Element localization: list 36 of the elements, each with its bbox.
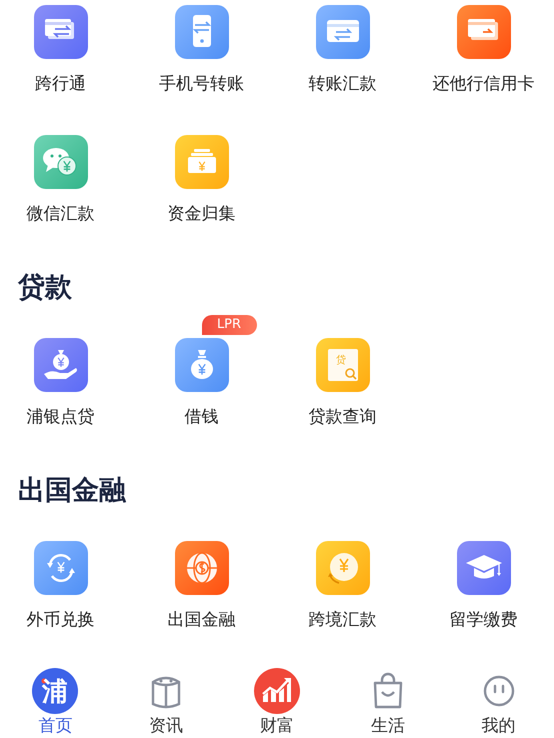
service-label[interactable]: 外币兑换 bbox=[26, 608, 94, 632]
icon-text: 贷 bbox=[336, 355, 346, 366]
service-label[interactable]: 借钱 bbox=[184, 405, 218, 429]
section-title: 贷款 bbox=[18, 271, 73, 305]
currency-exchange-icon[interactable] bbox=[34, 541, 88, 595]
service-label[interactable]: 贷款查询 bbox=[308, 405, 376, 429]
service-label[interactable]: 留学缴费 bbox=[450, 608, 518, 632]
tab-button[interactable]: 我的 bbox=[443, 664, 554, 738]
tab-button[interactable]: 财富 bbox=[222, 664, 332, 738]
service-label[interactable]: 浦银点贷 bbox=[26, 405, 94, 429]
money-bag-icon[interactable] bbox=[34, 338, 88, 392]
service-label[interactable]: 微信汇款 bbox=[26, 202, 94, 226]
service-label[interactable]: 跨境汇款 bbox=[308, 608, 376, 632]
graduation-cap-icon[interactable] bbox=[456, 541, 510, 595]
globe-dollar-icon[interactable] bbox=[174, 541, 228, 595]
service-label[interactable]: 跨行通 bbox=[35, 72, 86, 96]
tab-button[interactable]: 浦 首页 bbox=[0, 664, 111, 738]
coin-icon[interactable] bbox=[316, 541, 370, 595]
tab-button[interactable]: 资讯 bbox=[110, 664, 222, 738]
service-label[interactable]: 转账汇款 bbox=[308, 72, 376, 96]
money-box-icon[interactable] bbox=[174, 135, 228, 189]
card-icon[interactable] bbox=[456, 5, 510, 59]
card-transfer-icon[interactable] bbox=[316, 5, 370, 59]
chart-icon bbox=[254, 668, 300, 714]
money-bag-icon[interactable] bbox=[174, 338, 228, 392]
service-label[interactable]: 资金归集 bbox=[168, 202, 236, 226]
section-title: 出国金融 bbox=[18, 474, 127, 508]
service-label[interactable]: 手机号转账 bbox=[159, 72, 244, 96]
tab-button[interactable]: 生活 bbox=[332, 664, 444, 738]
phone-transfer-icon[interactable] bbox=[174, 5, 228, 59]
tag-badge: LPR bbox=[202, 315, 256, 335]
chat-bubble-icon[interactable] bbox=[34, 135, 88, 189]
service-label[interactable]: 出国金融 bbox=[168, 608, 236, 632]
card-transfer-icon[interactable] bbox=[34, 5, 88, 59]
home-logo-icon: 浦 bbox=[32, 668, 78, 714]
service-label[interactable]: 还他行信用卡 bbox=[432, 72, 534, 96]
